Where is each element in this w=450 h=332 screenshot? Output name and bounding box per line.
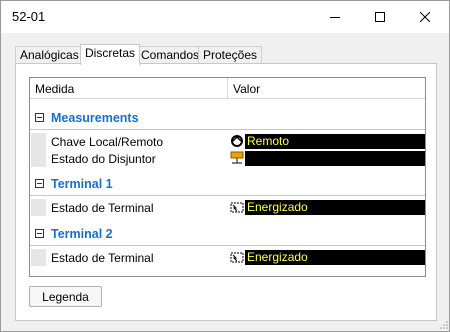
minimize-icon <box>330 17 340 18</box>
window-title: 52-01 <box>12 9 46 24</box>
tab-discretas[interactable]: Discretas <box>80 44 141 65</box>
group-terminal-1: Terminal 1 <box>30 174 425 196</box>
collapse-toggle-icon[interactable] <box>35 179 44 188</box>
row-stub <box>31 150 46 167</box>
tab-protecoes[interactable]: Proteções <box>198 46 263 64</box>
dialog-window: 52-01 Analógicas Discretas Comandos Prot… <box>0 0 450 332</box>
row-stub <box>31 199 46 216</box>
maximize-button[interactable] <box>358 1 402 33</box>
table-row[interactable]: Estado de Terminal Energizado <box>30 199 425 216</box>
group-terminal-2: Terminal 2 <box>30 224 425 246</box>
discretas-panel: Medida Valor Measurements Chave Local/Re… <box>15 63 437 321</box>
group-measurements: Measurements <box>30 108 425 130</box>
title-bar[interactable]: 52-01 <box>1 1 449 33</box>
row-stub <box>31 249 46 266</box>
terminal-state-icon <box>230 200 244 214</box>
row-label: Estado do Disjuntor <box>51 152 156 166</box>
table-row[interactable]: Chave Local/Remoto Remoto <box>30 133 425 150</box>
row-stub <box>31 133 46 150</box>
collapse-toggle-icon[interactable] <box>35 113 44 122</box>
minimize-button[interactable] <box>313 1 357 33</box>
grid-header: Medida Valor <box>30 78 425 99</box>
table-row[interactable]: Estado de Terminal Energizado <box>30 249 425 266</box>
group-title: Terminal 1 <box>51 177 113 191</box>
row-value: Remoto <box>245 134 425 149</box>
legend-button[interactable]: Legenda <box>29 286 102 307</box>
terminal-state-icon <box>230 250 244 264</box>
table-row[interactable]: Estado do Disjuntor <box>30 150 425 167</box>
tab-analogicas[interactable]: Analógicas <box>15 46 84 64</box>
tab-comandos[interactable]: Comandos <box>136 46 205 64</box>
resize-grip-icon[interactable] <box>437 319 449 331</box>
discretes-grid[interactable]: Medida Valor Measurements Chave Local/Re… <box>29 77 426 277</box>
row-label: Estado de Terminal <box>51 251 154 265</box>
column-header-medida[interactable]: Medida <box>30 78 228 98</box>
breaker-state-icon <box>230 151 244 165</box>
local-remote-switch-icon <box>230 134 244 148</box>
row-value: Energizado <box>245 250 425 265</box>
group-title: Measurements <box>51 111 139 125</box>
close-icon <box>420 12 430 22</box>
column-header-valor[interactable]: Valor <box>228 78 425 98</box>
collapse-toggle-icon[interactable] <box>35 229 44 238</box>
row-label: Chave Local/Remoto <box>51 135 164 149</box>
row-value: Energizado <box>245 200 425 215</box>
row-label: Estado de Terminal <box>51 201 154 215</box>
group-title: Terminal 2 <box>51 227 113 241</box>
close-button[interactable] <box>403 1 447 33</box>
maximize-icon <box>375 12 385 22</box>
row-value <box>245 151 425 166</box>
